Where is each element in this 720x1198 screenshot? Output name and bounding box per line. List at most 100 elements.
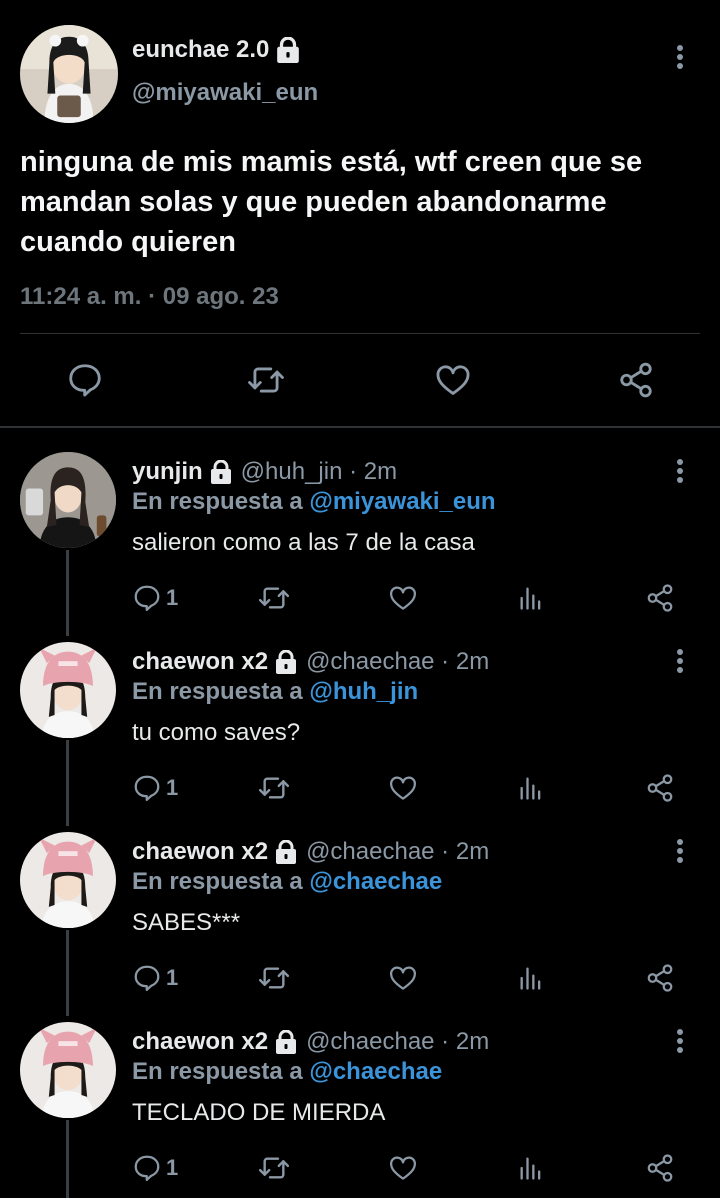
like-button[interactable] [388,770,418,806]
reply-button[interactable]: 1 [132,580,178,616]
retweet-button[interactable] [258,580,290,616]
avatar[interactable] [20,452,116,548]
reply-icon [132,1153,162,1183]
reply-icon [66,361,104,399]
more-icon[interactable] [670,836,690,866]
reply-context: En respuesta a @huh_jin [132,678,418,706]
avatar[interactable] [20,1022,116,1118]
avatar[interactable] [20,832,116,928]
share-icon [645,773,675,803]
reply-icon [132,773,162,803]
stats-button[interactable] [517,770,545,806]
retweet-icon [258,582,290,614]
retweet-button[interactable] [258,770,290,806]
more-icon[interactable] [670,456,690,486]
author-name[interactable]: eunchae 2.0 [132,36,301,64]
stats-icon [517,1154,545,1182]
reply-tweet[interactable]: chaewon x2 @chaechae · 2m En respuesta a… [0,1022,720,1198]
like-button[interactable] [388,1150,418,1186]
author-name[interactable]: chaewon x2 [132,1028,268,1056]
share-button[interactable] [645,1150,675,1186]
more-icon[interactable] [670,646,690,676]
share-button[interactable] [616,355,656,405]
retweet-button[interactable] [246,355,286,405]
more-icon[interactable] [670,42,690,72]
main-tweet: eunchae 2.0 @miyawaki_eun ninguna de mis… [0,0,720,428]
like-icon [388,963,418,993]
reply-actions: 1 [0,960,720,996]
author-handle[interactable]: @chaechae · 2m [306,1028,489,1056]
like-button[interactable] [433,355,473,405]
share-icon [645,963,675,993]
stats-button[interactable] [517,1150,545,1186]
like-icon [388,1153,418,1183]
share-icon [617,361,655,399]
reply-count: 1 [166,775,179,800]
lock-icon [274,1030,298,1054]
reply-context: En respuesta a @chaechae [132,1058,442,1086]
like-icon [434,361,472,399]
reply-tweet[interactable]: yunjin @huh_jin · 2m En respuesta a @miy… [0,452,720,642]
section-divider [0,426,720,428]
tweet-timestamp[interactable]: 11:24 a. m. · 09 ago. 23 [20,283,279,311]
retweet-icon [258,962,290,994]
lock-icon [274,650,298,674]
tweet-actions [0,355,720,405]
like-icon [388,583,418,613]
tweet-text: ninguna de mis mamis está, wtf creen que… [20,146,643,258]
retweet-button[interactable] [258,960,290,996]
author-name[interactable]: yunjin [132,458,203,486]
share-button[interactable] [645,580,675,616]
retweet-icon [258,1152,290,1184]
avatar[interactable] [20,25,118,123]
reply-context: En respuesta a @chaechae [132,868,442,896]
reply-text: tu como saves? [132,719,301,746]
share-icon [645,583,675,613]
reply-header: chaewon x2 @chaechae · 2m [132,838,489,866]
like-icon [388,773,418,803]
mention-link[interactable]: @huh_jin [309,678,418,705]
more-icon[interactable] [670,1026,690,1056]
author-handle[interactable]: @miyawaki_eun [132,79,318,107]
reply-tweet[interactable]: chaewon x2 @chaechae · 2m En respuesta a… [0,832,720,1022]
divider [20,333,700,334]
reply-text: salieron como a las 7 de la casa [132,529,475,556]
mention-link[interactable]: @miyawaki_eun [309,488,495,515]
author-handle[interactable]: @chaechae · 2m [306,838,489,866]
reply-actions: 1 [0,770,720,806]
reply-button[interactable] [65,355,105,405]
reply-count: 1 [166,965,179,990]
reply-button[interactable]: 1 [132,770,178,806]
author-name-label: eunchae 2.0 [132,36,270,63]
retweet-button[interactable] [258,1150,290,1186]
reply-tweet[interactable]: chaewon x2 @chaechae · 2m En respuesta a… [0,642,720,832]
reply-button[interactable]: 1 [132,1150,178,1186]
reply-header: chaewon x2 @chaechae · 2m [132,1028,489,1056]
author-handle[interactable]: @chaechae · 2m [306,648,489,676]
mention-link[interactable]: @chaechae [309,1058,442,1085]
share-button[interactable] [645,960,675,996]
reply-count: 1 [166,585,179,610]
reply-header: yunjin @huh_jin · 2m [132,458,397,486]
lock-icon [209,460,233,484]
reply-icon [132,963,162,993]
reply-button[interactable]: 1 [132,960,178,996]
reply-context-prefix: En respuesta a [132,868,310,895]
author-handle[interactable]: @huh_jin · 2m [241,458,397,486]
reply-header: chaewon x2 @chaechae · 2m [132,648,489,676]
retweet-icon [247,361,285,399]
reply-actions: 1 [0,580,720,616]
like-button[interactable] [388,960,418,996]
share-button[interactable] [645,770,675,806]
reply-count: 1 [166,1155,179,1180]
like-button[interactable] [388,580,418,616]
reply-context-prefix: En respuesta a [132,488,310,515]
author-name[interactable]: chaewon x2 [132,648,268,676]
stats-button[interactable] [517,960,545,996]
avatar[interactable] [20,642,116,738]
author-name[interactable]: chaewon x2 [132,838,268,866]
reply-text: TECLADO DE MIERDA [132,1099,386,1126]
retweet-icon [258,772,290,804]
stats-button[interactable] [517,580,545,616]
mention-link[interactable]: @chaechae [309,868,442,895]
